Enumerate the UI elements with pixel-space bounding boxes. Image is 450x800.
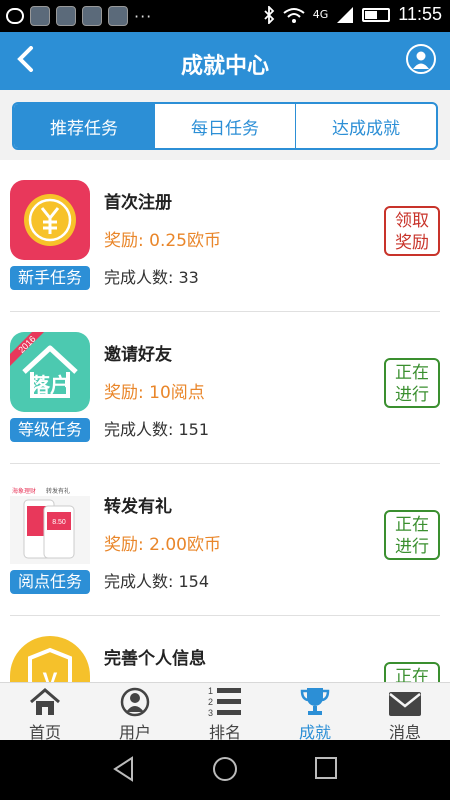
coin-icon	[10, 180, 90, 260]
task-category-badge: 阅点任务	[10, 570, 90, 594]
recent-apps-icon[interactable]	[314, 756, 338, 780]
tab-recommended[interactable]: 推荐任务	[14, 104, 155, 148]
task-name: 首次注册	[104, 193, 172, 213]
task-category-badge: 等级任务	[10, 418, 90, 442]
action-label: 奖励	[395, 233, 429, 253]
task-name: 邀请好友	[104, 345, 172, 365]
task-item: 2016 落户 等级任务 邀请好友 奖励: 10阅点 完成人数: 151 正在 …	[0, 312, 450, 464]
task-name: 转发有礼	[104, 497, 172, 517]
action-label: 正在	[395, 515, 429, 535]
clock: 11:55	[398, 4, 442, 24]
nav-ranking[interactable]: 123 排名	[180, 683, 270, 742]
status-bar: ··· 4G 11:55	[0, 0, 450, 32]
mail-icon	[389, 692, 421, 716]
icon-text: 落户	[30, 373, 70, 397]
task-tabs: 推荐任务 每日任务 达成成就	[12, 102, 438, 150]
icon-text: V	[43, 668, 58, 682]
task-category-badge: 新手任务	[10, 266, 90, 290]
user-icon	[413, 51, 429, 69]
app-notification-icon	[108, 6, 128, 26]
home-icon	[30, 688, 60, 715]
ranking-icon: 123	[208, 686, 241, 717]
app-notification-icon	[56, 6, 76, 26]
user-icon	[120, 687, 150, 717]
task-item: 新手任务 首次注册 奖励: 0.25欧币 完成人数: 33 领取 奖励	[0, 160, 450, 312]
in-progress-button[interactable]: 正在 进行	[384, 358, 440, 408]
action-label: 领取	[395, 211, 429, 231]
app-notification-icon	[82, 6, 102, 26]
battery-icon	[362, 7, 391, 22]
action-label: 正在	[395, 363, 429, 383]
action-label: 正在	[395, 667, 429, 682]
shield-icon: V	[10, 636, 90, 682]
task-completions: 完成人数: 33	[104, 268, 199, 287]
nav-home[interactable]: 首页	[0, 683, 90, 742]
in-progress-button[interactable]: 正在 进行	[384, 510, 440, 560]
home-circle-icon[interactable]	[212, 756, 238, 782]
task-item: 海象理财 转发有礼 8.50 阅点任务 转发有礼 奖励: 2.00欧币 完成人数…	[0, 464, 450, 616]
chat-bubble-icon	[6, 8, 24, 24]
svg-text:1: 1	[208, 686, 213, 696]
task-completions: 完成人数: 151	[104, 420, 210, 439]
network-type: 4G	[312, 8, 329, 21]
more-notifications-icon: ···	[134, 6, 153, 26]
nav-messages[interactable]: 消息	[360, 683, 450, 742]
tab-daily[interactable]: 每日任务	[155, 104, 296, 148]
claim-reward-button[interactable]: 领取 奖励	[384, 206, 440, 256]
app-header: 成就中心	[0, 32, 450, 90]
bottom-nav: 首页 用户 123 排名 成就 消息	[0, 682, 450, 742]
status-icons: 4G 11:55	[263, 4, 442, 25]
nav-achievements[interactable]: 成就	[270, 683, 360, 742]
action-label: 进行	[395, 537, 429, 557]
app-notification-icon	[30, 6, 50, 26]
icon-amount: 8.50	[52, 519, 66, 526]
task-item: V 完善个人信息 正在	[0, 616, 450, 682]
tab-achieved[interactable]: 达成成就	[296, 104, 436, 148]
task-reward: 奖励: 0.25欧币	[104, 231, 221, 251]
system-nav-bar	[0, 740, 450, 800]
task-completions: 完成人数: 154	[104, 572, 210, 591]
trophy-icon	[300, 688, 330, 715]
back-triangle-icon[interactable]	[112, 756, 136, 782]
page-title: 成就中心	[180, 54, 269, 79]
action-label: 进行	[395, 385, 429, 405]
profile-button[interactable]	[406, 44, 436, 74]
wifi-icon	[283, 7, 305, 23]
nav-user[interactable]: 用户	[90, 683, 180, 742]
notification-icons: ···	[6, 6, 152, 26]
svg-text:3: 3	[208, 708, 213, 717]
icon-text: 转发有礼	[46, 487, 70, 495]
share-banner-icon: 海象理财 转发有礼 8.50	[10, 484, 90, 564]
task-reward: 奖励: 10阅点	[104, 383, 205, 403]
house-icon: 2016 落户	[10, 332, 90, 412]
svg-text:2: 2	[208, 697, 213, 707]
task-name: 完善个人信息	[104, 649, 206, 669]
bluetooth-icon	[264, 5, 275, 24]
signal-icon	[337, 6, 354, 23]
task-list: 新手任务 首次注册 奖励: 0.25欧币 完成人数: 33 领取 奖励 2016…	[0, 160, 450, 682]
task-reward: 奖励: 2.00欧币	[104, 535, 221, 555]
in-progress-button[interactable]: 正在	[384, 662, 440, 682]
icon-text: 海象理财	[12, 487, 36, 495]
